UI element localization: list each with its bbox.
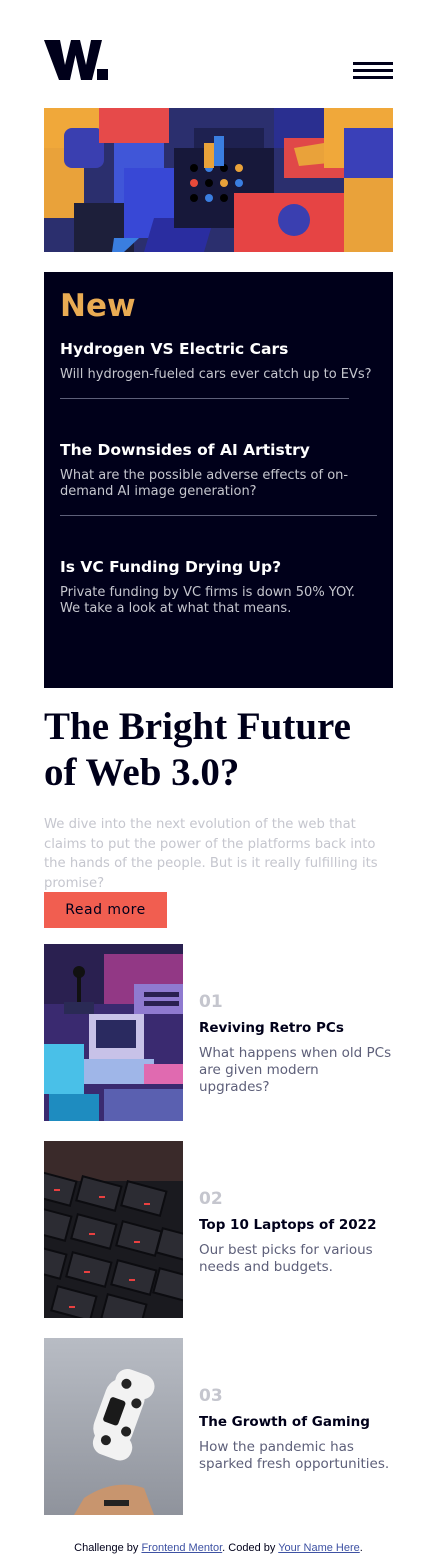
article-number: 01 — [199, 992, 223, 1012]
article-description: How the pandemic has sparked fresh oppor… — [199, 1439, 390, 1472]
feature-description: We dive into the next evolution of the w… — [44, 817, 378, 891]
article-number: 03 — [199, 1386, 223, 1406]
site-header — [44, 40, 393, 82]
new-section-title: New — [60, 288, 136, 324]
article-title[interactable]: The Growth of Gaming — [199, 1414, 370, 1430]
article-thumbnail[interactable] — [44, 944, 183, 1121]
author-link[interactable]: Your Name Here — [278, 1542, 360, 1554]
read-more-button[interactable]: Read more — [44, 892, 167, 928]
article-thumbnail[interactable] — [44, 1141, 183, 1318]
article-title[interactable]: Top 10 Laptops of 2022 — [199, 1217, 376, 1233]
article-number: 02 — [199, 1189, 223, 1209]
new-article-title[interactable]: Hydrogen VS Electric Cars — [60, 339, 377, 359]
new-article-item[interactable]: Hydrogen VS Electric Cars Will hydrogen-… — [60, 339, 377, 383]
hero-image — [44, 108, 393, 252]
new-articles-panel: New Hydrogen VS Electric Cars Will hydro… — [44, 272, 393, 688]
hamburger-menu-icon[interactable] — [353, 62, 393, 82]
new-article-description: Private funding by VC firms is down 50% … — [60, 585, 355, 616]
article-title[interactable]: Reviving Retro PCs — [199, 1020, 344, 1036]
footer-text: Challenge by — [74, 1542, 142, 1554]
logo[interactable] — [44, 40, 108, 80]
article-thumbnail[interactable] — [44, 1338, 183, 1515]
divider — [60, 515, 377, 516]
attribution-footer: Challenge by Frontend Mentor. Coded by Y… — [0, 1542, 437, 1554]
article-item[interactable]: 02 Top 10 Laptops of 2022 Our best picks… — [44, 1141, 393, 1318]
new-article-item[interactable]: The Downsides of AI Artistry What are th… — [60, 440, 377, 500]
article-item[interactable]: 03 The Growth of Gaming How the pandemic… — [44, 1338, 393, 1515]
footer-text: . Coded by — [222, 1542, 279, 1554]
new-article-title[interactable]: Is VC Funding Drying Up? — [60, 557, 377, 577]
new-article-item[interactable]: Is VC Funding Drying Up? Private funding… — [60, 557, 377, 617]
article-description: Our best picks for various needs and bud… — [199, 1242, 373, 1275]
article-description: What happens when old PCs are given mode… — [199, 1045, 392, 1095]
article-item[interactable]: 01 Reviving Retro PCs What happens when … — [44, 944, 393, 1121]
challenge-link[interactable]: Frontend Mentor — [141, 1542, 222, 1554]
feature-title: The Bright Future of Web 3.0? — [44, 705, 351, 794]
new-article-description: What are the possible adverse effects of… — [60, 468, 349, 499]
divider — [60, 398, 349, 399]
new-article-description: Will hydrogen-fueled cars ever catch up … — [60, 367, 372, 382]
footer-text: . — [359, 1542, 363, 1554]
new-article-title[interactable]: The Downsides of AI Artistry — [60, 440, 377, 460]
